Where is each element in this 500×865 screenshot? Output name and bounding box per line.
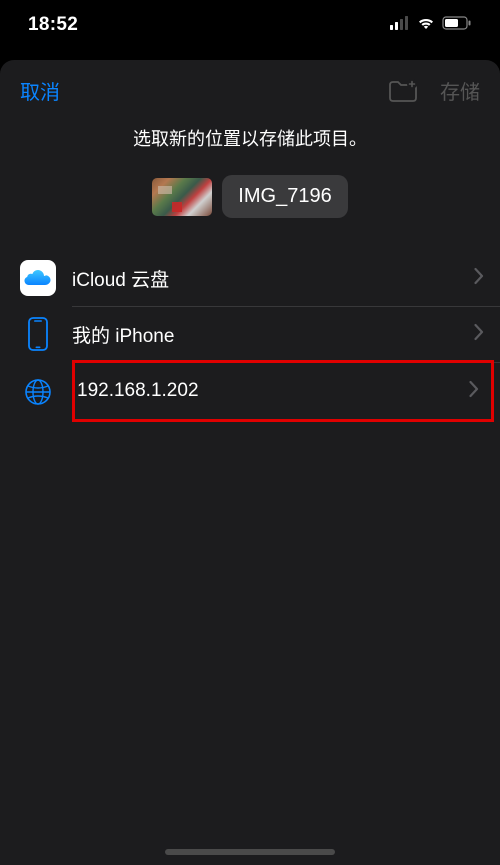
home-indicator[interactable]	[165, 849, 335, 855]
location-list: iCloud 云盘 我的 iPhone 192.168.1.202	[0, 248, 500, 422]
location-label: iCloud 云盘	[72, 265, 474, 292]
signal-icon	[390, 16, 410, 35]
prompt-text: 选取新的位置以存储此项目。	[0, 119, 500, 175]
location-item-network[interactable]: 192.168.1.202	[0, 362, 500, 422]
save-sheet: 取消 存储 选取新的位置以存储此项目。 IMG_7196 iCloud 云盘	[0, 60, 500, 865]
wifi-icon	[416, 16, 436, 35]
location-item-iphone[interactable]: 我的 iPhone	[0, 306, 500, 362]
status-time: 18:52	[28, 14, 78, 36]
chevron-right-icon	[474, 264, 484, 292]
chevron-right-icon	[474, 320, 484, 348]
highlight-annotation: 192.168.1.202	[72, 360, 494, 422]
file-name-chip[interactable]: IMG_7196	[222, 175, 347, 218]
battery-icon	[442, 16, 472, 35]
file-thumbnail	[152, 178, 212, 216]
location-item-icloud[interactable]: iCloud 云盘	[0, 250, 500, 306]
chevron-right-icon	[469, 377, 479, 405]
status-bar: 18:52	[0, 0, 500, 50]
home-indicator-bar	[0, 841, 500, 865]
location-label: 192.168.1.202	[75, 380, 469, 402]
new-folder-icon[interactable]	[388, 79, 418, 103]
icloud-icon	[20, 260, 56, 296]
globe-icon	[20, 377, 56, 407]
header-actions: 存储	[388, 76, 480, 105]
save-button[interactable]: 存储	[440, 76, 480, 105]
sheet-header: 取消 存储	[0, 60, 500, 119]
cancel-button[interactable]: 取消	[20, 76, 60, 105]
location-label: 我的 iPhone	[72, 321, 474, 348]
file-preview-row: IMG_7196	[0, 175, 500, 248]
iphone-icon	[20, 316, 56, 352]
status-icons	[390, 16, 472, 35]
